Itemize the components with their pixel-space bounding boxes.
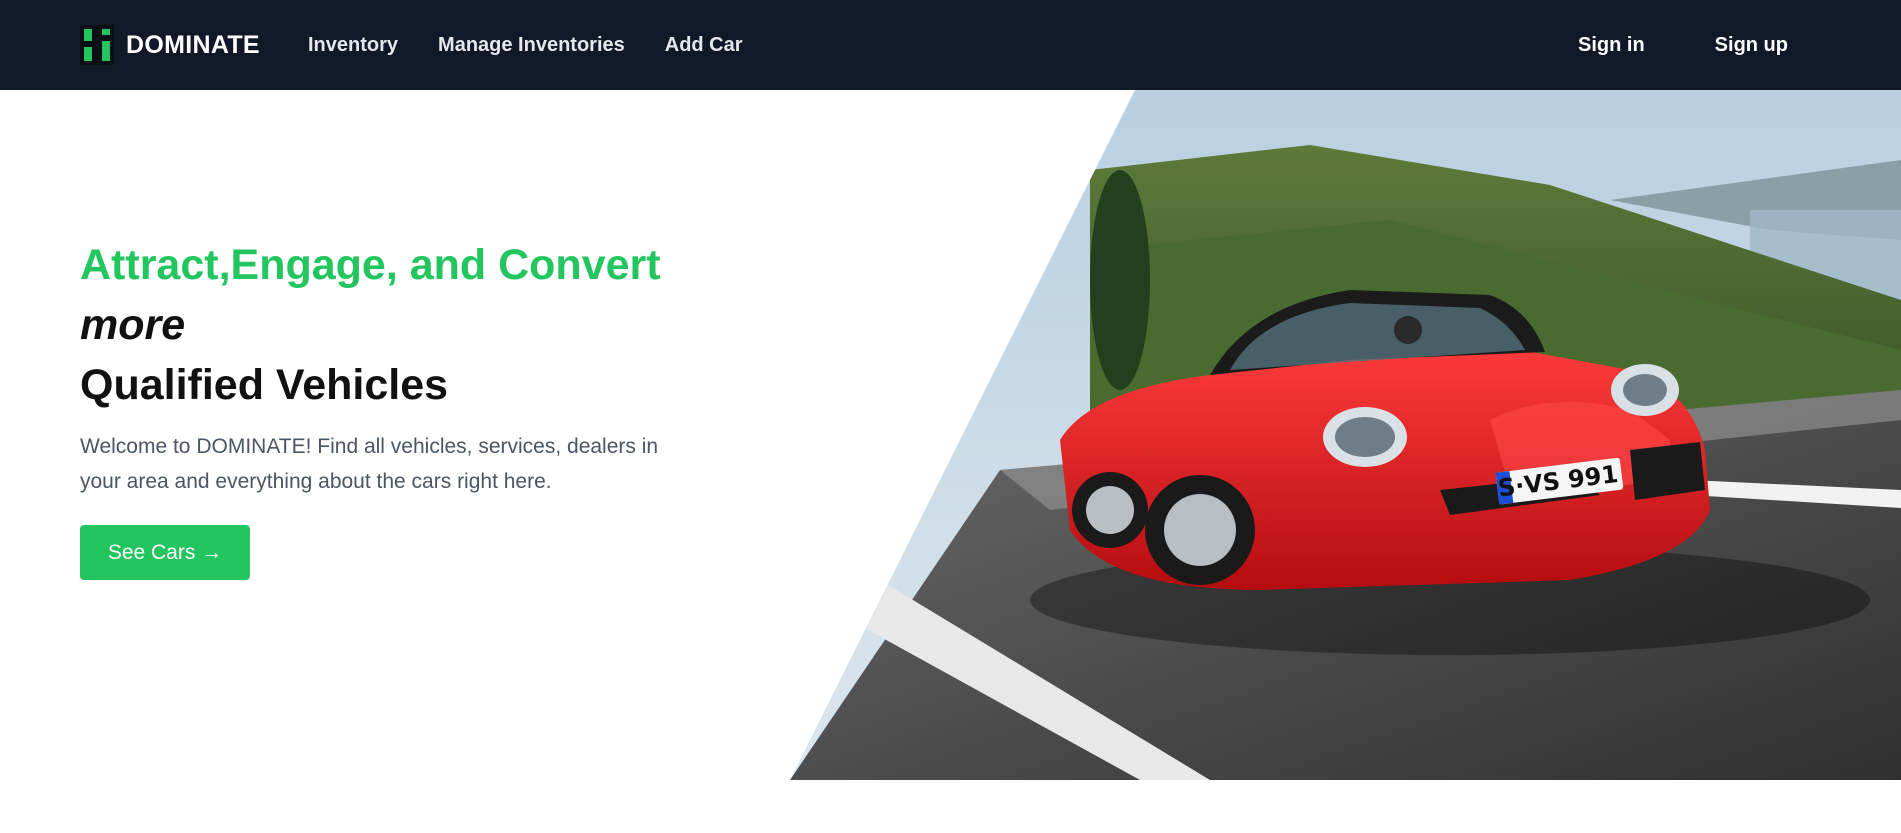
brand-logo-link[interactable]: DOMINATE bbox=[80, 25, 260, 65]
nav-link-add-car[interactable]: Add Car bbox=[665, 34, 743, 57]
hero-description: Welcome to DOMINATE! Find all vehicles, … bbox=[80, 435, 659, 493]
headline-accent: Attract,Engage, and Convert bbox=[80, 241, 661, 289]
headline-italic: more bbox=[80, 301, 186, 349]
brand-name: DOMINATE bbox=[126, 30, 260, 59]
nav-link-inventory[interactable]: Inventory bbox=[308, 34, 398, 57]
nav-link-manage-inventories[interactable]: Manage Inventories bbox=[438, 34, 625, 57]
top-navbar: DOMINATE Inventory Manage Inventories Ad… bbox=[0, 0, 1901, 90]
see-cars-button[interactable]: See Cars → bbox=[80, 525, 250, 580]
main-nav: Inventory Manage Inventories Add Car bbox=[308, 0, 743, 90]
hero-section: Attract,Engage, and Convert more Qualifi… bbox=[80, 235, 700, 580]
auth-links: Sign in Sign up bbox=[1578, 0, 1788, 90]
hero-car-image: S·VS 991 bbox=[790, 90, 1901, 780]
sign-in-link[interactable]: Sign in bbox=[1578, 34, 1645, 57]
brand-logo-icon bbox=[80, 25, 114, 65]
headline-dark: Qualified Vehicles bbox=[80, 361, 449, 409]
sign-up-link[interactable]: Sign up bbox=[1715, 34, 1788, 57]
hero-headline: Attract,Engage, and Convert more Qualifi… bbox=[80, 235, 700, 415]
